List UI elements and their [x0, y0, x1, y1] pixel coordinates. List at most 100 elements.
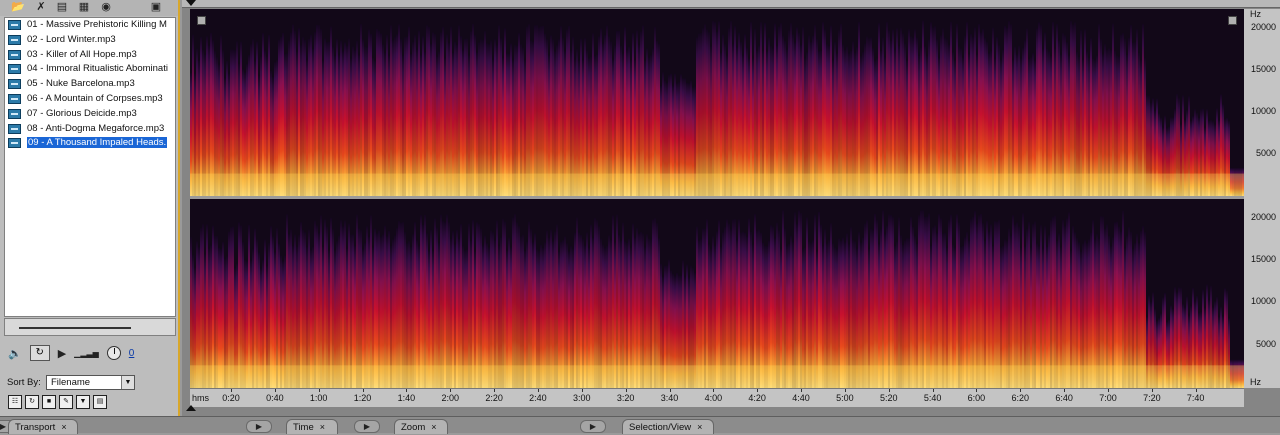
time-tick	[1108, 389, 1109, 392]
time-tick	[1020, 389, 1022, 392]
import-icon[interactable]: ▤	[54, 1, 70, 14]
file-name: 01 - Massive Prehistoric Killing M	[27, 19, 167, 30]
time-tick	[450, 389, 452, 392]
loop-button[interactable]: ↻	[29, 345, 50, 361]
time-label: 7:40	[1186, 393, 1205, 403]
freq-label: 20000	[1250, 212, 1276, 222]
freq-label: 10000	[1250, 296, 1276, 306]
volume-value[interactable]: 0	[129, 348, 135, 359]
grip-icon[interactable]: ▶	[580, 420, 606, 433]
file-list-item[interactable]: 06 - A Mountain of Corpses.mp3	[5, 92, 175, 107]
tab-selection-view[interactable]: Selection/View ×	[622, 419, 714, 434]
time-tick	[669, 389, 671, 392]
file-list-item[interactable]: 03 - Killer of All Hope.mp3	[5, 48, 175, 63]
overview-bar[interactable]	[182, 0, 1280, 8]
chevron-down-icon[interactable]: ▼	[121, 376, 134, 389]
time-tick	[231, 389, 232, 392]
time-label: 4:40	[792, 393, 810, 403]
close-icon[interactable]: ×	[697, 422, 702, 432]
tab-zoom[interactable]: Zoom ×	[394, 419, 448, 434]
scrollbar-thumb[interactable]	[19, 327, 131, 329]
close-icon[interactable]: ×	[320, 422, 325, 432]
file-list-scrollbar[interactable]	[4, 318, 176, 336]
time-tick	[581, 389, 583, 392]
play-icon[interactable]: ▶	[58, 347, 66, 360]
tab-transport[interactable]: Transport ×	[8, 419, 78, 434]
tab-label: Selection/View	[629, 422, 692, 433]
spectrogram-left-graphic	[190, 9, 1244, 196]
edit-icon[interactable]: ✎	[59, 395, 73, 409]
open-file-icon[interactable]: 📂	[10, 1, 26, 14]
refresh-icon[interactable]: ↻	[25, 395, 39, 409]
file-name: 08 - Anti-Dogma Megaforce.mp3	[27, 122, 165, 134]
volume-knob[interactable]	[106, 346, 121, 360]
freq-label: 15000	[1250, 254, 1276, 264]
file-name: 04 - Immoral Ritualistic Abominati	[27, 63, 168, 75]
file-list-item[interactable]: 02 - Lord Winter.mp3	[5, 33, 175, 48]
properties-icon[interactable]: ▤	[93, 395, 107, 409]
grip-icon[interactable]: ▶	[354, 420, 380, 433]
audio-file-icon	[8, 79, 21, 90]
spectrogram-left-channel[interactable]	[190, 9, 1244, 196]
tab-time[interactable]: Time ×	[286, 419, 338, 434]
close-icon[interactable]: ×	[431, 422, 436, 432]
time-label: 3:40	[660, 393, 679, 403]
time-label: 6:00	[967, 393, 986, 403]
time-tick	[801, 389, 803, 392]
file-list-item[interactable]: 01 - Massive Prehistoric Killing M	[5, 18, 175, 33]
audio-file-icon	[8, 64, 21, 75]
file-list-item[interactable]: 09 - A Thousand Impaled Heads.	[5, 136, 175, 151]
time-label: 0:40	[266, 393, 284, 403]
speaker-icon[interactable]: 🔈	[8, 347, 22, 360]
position-marker[interactable]	[186, 0, 196, 6]
file-list[interactable]: 01 - Massive Prehistoric Killing M 02 - L…	[4, 17, 176, 317]
audio-file-icon	[8, 93, 21, 104]
audio-file-icon	[8, 20, 21, 30]
time-tick	[1195, 389, 1197, 392]
sort-by-value: Filename	[51, 377, 91, 388]
file-name: 06 - A Mountain of Corpses.mp3	[27, 92, 163, 104]
time-tick	[932, 389, 934, 392]
insert-icon[interactable]: ▦	[76, 1, 92, 14]
time-label: 6:40	[1055, 393, 1073, 403]
sort-by-select[interactable]: Filename ▼	[46, 375, 135, 390]
spectrogram-right-channel[interactable]	[190, 199, 1244, 388]
file-list-item[interactable]: 04 - Immoral Ritualistic Abominati	[5, 62, 175, 77]
stop-icon[interactable]: ■	[42, 395, 56, 409]
time-label: 5:20	[879, 393, 898, 403]
file-name: 07 - Glorious Deicide.mp3	[27, 107, 137, 119]
file-list-item[interactable]: 07 - Glorious Deicide.mp3	[5, 107, 175, 122]
spectrogram-right-graphic	[190, 199, 1244, 388]
time-ruler[interactable]: hms 0:20 0:40 1:00 1:20 1:40 2:00 2:20 2:40 3:00…	[190, 388, 1244, 407]
autoplay-icon[interactable]: ◉	[98, 1, 114, 14]
freq-label: 5000	[1255, 148, 1276, 158]
playhead-marker[interactable]	[186, 405, 196, 411]
freq-label: 15000	[1250, 64, 1276, 74]
time-label: 3:00	[573, 393, 591, 403]
audio-file-icon	[8, 108, 21, 119]
close-file-icon[interactable]: ✗	[33, 1, 49, 14]
tab-label: Transport	[15, 422, 56, 433]
files-toolbar: 📂 ✗ ▤ ▦ ◉ ▣	[0, 0, 178, 16]
sort-by-label: Sort By:	[7, 377, 41, 388]
time-tick	[318, 389, 320, 392]
zoom-corner-right-icon[interactable]	[1228, 16, 1237, 25]
filter-icon[interactable]: ▼	[76, 395, 90, 409]
time-label: 7:20	[1143, 393, 1161, 403]
grip-icon[interactable]: ▶	[246, 420, 272, 433]
file-list-item[interactable]: 08 - Anti-Dogma Megaforce.mp3	[5, 122, 175, 137]
tab-label: Time	[293, 422, 314, 433]
time-label: 1:40	[397, 393, 416, 403]
tab-label: Zoom	[401, 422, 426, 433]
close-icon[interactable]: ×	[61, 422, 66, 432]
file-list-item[interactable]: 05 - Nuke Barcelona.mp3	[5, 77, 175, 92]
zoom-corner-left-icon[interactable]	[197, 16, 206, 25]
audio-file-icon	[8, 123, 21, 134]
volume-bars-icon: ▁▂▃▅	[74, 348, 99, 358]
waveform-view-icon[interactable]: ☷	[8, 395, 22, 409]
options-icon[interactable]: ▣	[148, 1, 164, 14]
file-name: 02 - Lord Winter.mp3	[27, 33, 116, 45]
time-label: 2:40	[529, 393, 547, 403]
time-label: 1:00	[309, 393, 328, 403]
spectral-display[interactable]	[190, 9, 1244, 388]
